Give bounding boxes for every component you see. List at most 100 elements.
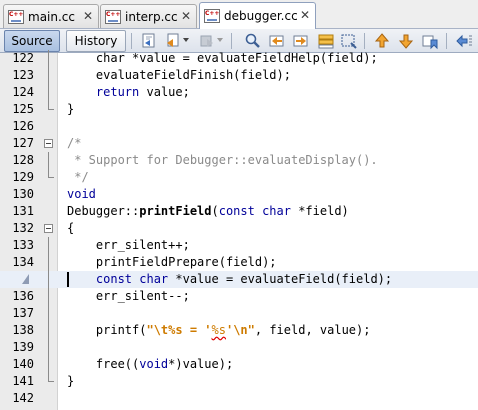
code-line[interactable]: 132 { xyxy=(0,220,478,237)
line-number: 140 xyxy=(12,357,34,371)
line-number: 134 xyxy=(12,255,34,269)
code-line[interactable]: 130 void xyxy=(0,186,478,203)
line-number: 141 xyxy=(12,374,34,388)
code-token: } xyxy=(67,102,75,116)
close-icon[interactable]: ✕ xyxy=(82,9,94,23)
code-token: err_silent--; xyxy=(67,289,190,303)
code-text[interactable]: Debugger::printField(const char *field) xyxy=(67,203,349,220)
fold-guide xyxy=(48,271,49,288)
code-text[interactable]: } xyxy=(67,373,74,390)
code-token: return xyxy=(95,85,140,99)
fold-guide xyxy=(48,67,49,84)
toolbar-separator xyxy=(131,33,132,49)
code-text[interactable]: } xyxy=(67,101,74,118)
find-previous-icon[interactable] xyxy=(268,32,286,50)
code-line[interactable]: 123 evaluateFieldFinish(field); xyxy=(0,67,478,84)
code-token: const char xyxy=(95,272,169,286)
code-token: char *value = evaluateFieldHelp(field); xyxy=(95,51,378,65)
code-line[interactable]: 126 xyxy=(0,118,478,135)
code-line[interactable]: 141} xyxy=(0,373,478,390)
history-button[interactable]: History xyxy=(66,30,126,52)
code-token: free(( xyxy=(67,357,140,371)
close-icon[interactable]: ✕ xyxy=(180,9,192,23)
code-editor[interactable]: 122 char *value = evaluateFieldHelp(fiel… xyxy=(0,50,478,410)
shift-left-icon[interactable] xyxy=(455,32,473,50)
tab-label: interp.cc xyxy=(125,9,178,24)
code-text[interactable]: return value; xyxy=(67,84,190,101)
code-token: %s xyxy=(211,323,226,337)
code-token: /* xyxy=(67,136,82,150)
fold-collapse-icon[interactable] xyxy=(44,139,53,148)
tab-label: debugger.cc xyxy=(224,9,298,23)
line-number: 126 xyxy=(12,119,34,133)
code-text[interactable]: void xyxy=(67,186,96,203)
code-text[interactable]: */ xyxy=(67,169,89,186)
code-text[interactable]: char *value = evaluateFieldHelp(field); xyxy=(67,50,378,67)
line-number: 138 xyxy=(12,323,34,337)
code-text[interactable]: free((void*)value); xyxy=(67,356,233,373)
close-icon[interactable]: ✕ xyxy=(299,9,311,22)
code-token: */ xyxy=(67,170,89,184)
code-line[interactable]: 127 /* xyxy=(0,135,478,152)
find-selection-icon[interactable] xyxy=(340,32,358,50)
previous-bookmark-icon[interactable] xyxy=(373,32,391,50)
tab-debugger-cc[interactable]: C++ debugger.cc ✕ xyxy=(199,2,316,29)
code-line[interactable]: 129 */ xyxy=(0,169,478,186)
toolbar-separator xyxy=(231,33,232,49)
code-text[interactable]: evaluateFieldFinish(field); xyxy=(67,67,291,84)
code-text[interactable]: { xyxy=(67,220,74,237)
code-text[interactable]: const char *value = evaluateField(field)… xyxy=(67,271,392,288)
tab-main-cc[interactable]: C++ main.cc ✕ xyxy=(3,4,99,28)
back-icon[interactable] xyxy=(164,32,182,50)
toggle-highlight-icon[interactable] xyxy=(317,32,335,50)
code-line[interactable]: 125} xyxy=(0,101,478,118)
code-text[interactable]: * Support for Debugger::evaluateDisplay(… xyxy=(67,152,377,169)
code-line[interactable]: 140 free((void*)value); xyxy=(0,356,478,373)
fold-guide xyxy=(48,50,49,67)
code-token: *field) xyxy=(290,204,349,218)
code-text[interactable]: /* xyxy=(67,135,81,152)
line-number: 136 xyxy=(12,289,34,303)
tab-label: main.cc xyxy=(28,9,75,24)
last-edit-icon[interactable] xyxy=(140,32,158,50)
source-button[interactable]: Source xyxy=(4,30,60,52)
code-line[interactable]: 128 * Support for Debugger::evaluateDisp… xyxy=(0,152,478,169)
fold-collapse-icon[interactable] xyxy=(44,224,53,233)
code-line[interactable]: 139 xyxy=(0,339,478,356)
line-number: 123 xyxy=(12,68,34,82)
code-token: { xyxy=(67,221,75,235)
code-token: void xyxy=(139,357,169,371)
fold-guide xyxy=(48,101,54,110)
code-line[interactable]: 137 xyxy=(0,305,478,322)
code-token: } xyxy=(67,374,75,388)
code-line[interactable]: 142 xyxy=(0,390,478,407)
code-line-current[interactable]: const char *value = evaluateField(field)… xyxy=(0,271,478,288)
find-icon[interactable] xyxy=(244,32,262,50)
code-line[interactable]: 122 char *value = evaluateFieldHelp(fiel… xyxy=(0,50,478,67)
tab-interp-cc[interactable]: C++ interp.cc ✕ xyxy=(100,4,197,28)
code-text[interactable]: err_silent--; xyxy=(67,288,190,305)
code-line[interactable]: 136 err_silent--; xyxy=(0,288,478,305)
code-text[interactable]: printf("\t%s = '%s'\n", field, value); xyxy=(67,322,371,339)
line-number: 124 xyxy=(12,85,34,99)
code-line[interactable]: 133 err_silent++; xyxy=(0,237,478,254)
line-number: 131 xyxy=(12,204,34,218)
next-bookmark-icon[interactable] xyxy=(397,32,415,50)
toggle-bookmark-icon[interactable] xyxy=(421,32,439,50)
fold-guide xyxy=(48,356,49,373)
fold-guide xyxy=(48,322,49,339)
code-line[interactable]: 131 Debugger::printField(const char *fiel… xyxy=(0,203,478,220)
warning-marker-icon[interactable] xyxy=(22,274,29,284)
code-text[interactable]: err_silent++; xyxy=(67,237,190,254)
forward-dropdown-icon[interactable] xyxy=(217,38,223,42)
find-next-icon[interactable] xyxy=(292,32,310,50)
code-token: ( xyxy=(211,204,219,218)
back-dropdown-icon[interactable] xyxy=(183,38,189,42)
code-line[interactable]: 124 return value; xyxy=(0,84,478,101)
code-line[interactable]: 138 printf("\t%s = '%s'\n", field, value… xyxy=(0,322,478,339)
code-text[interactable]: printFieldPrepare(field); xyxy=(67,254,277,271)
forward-icon[interactable] xyxy=(198,32,216,50)
code-line[interactable]: 134 printFieldPrepare(field); xyxy=(0,254,478,271)
